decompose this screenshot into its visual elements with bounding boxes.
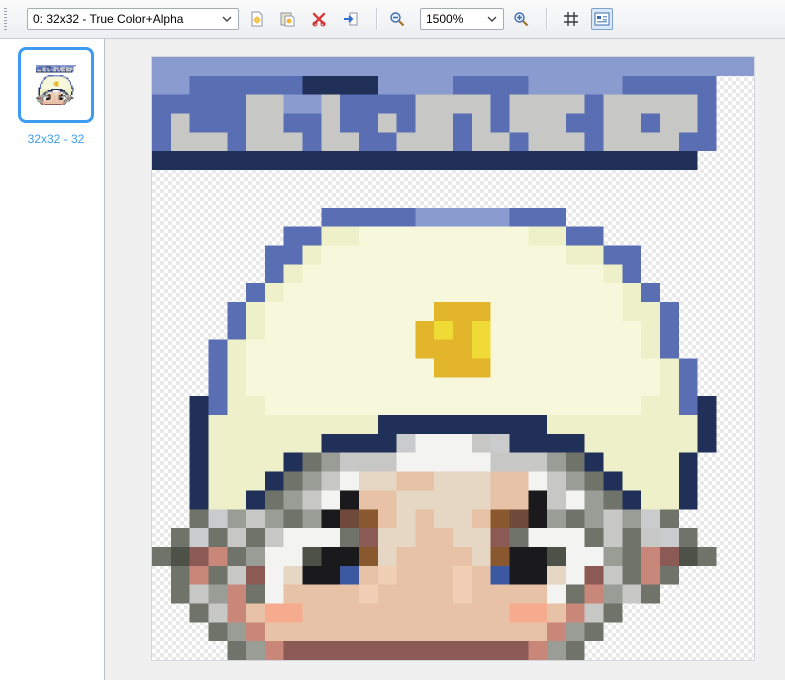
chevron-down-icon: [487, 16, 497, 22]
zoom-value: 1500%: [426, 12, 464, 26]
grid-toggle-button[interactable]: [560, 8, 582, 30]
view-icon: [594, 12, 610, 26]
zoom-out-icon: [390, 12, 405, 27]
delete-image-button[interactable]: [308, 8, 330, 30]
paste-icon: [280, 12, 295, 27]
paste-image-button[interactable]: [276, 8, 298, 30]
view-toggle-button[interactable]: [591, 8, 613, 30]
pixel-canvas-frame: [151, 56, 755, 661]
zoom-select[interactable]: 1500%: [420, 8, 504, 30]
editor-area: [105, 39, 785, 680]
toolbar-grip[interactable]: [4, 8, 7, 30]
delete-icon: [312, 12, 326, 27]
new-icon: [251, 11, 263, 27]
thumbnail-label: 32x32 - 32: [27, 132, 85, 146]
pixel-canvas[interactable]: [152, 57, 754, 660]
image-format-value: 0: 32x32 - True Color+Alpha: [33, 12, 184, 26]
zoom-in-icon: [514, 12, 529, 27]
import-image-button[interactable]: [340, 8, 362, 30]
zoom-out-button[interactable]: [386, 8, 408, 30]
image-thumbnail[interactable]: [18, 47, 94, 123]
zoom-in-button[interactable]: [510, 8, 532, 30]
grid-icon: [564, 12, 578, 26]
toolbar-separator: [376, 8, 378, 30]
toolbar-separator: [546, 8, 548, 30]
image-format-select[interactable]: 0: 32x32 - True Color+Alpha: [27, 8, 239, 30]
new-image-button[interactable]: [246, 8, 268, 30]
import-icon: [344, 12, 358, 26]
chevron-down-icon: [222, 16, 232, 22]
toolbar: 0: 32x32 - True Color+Alpha 1500%: [0, 0, 785, 39]
image-list-sidebar: 32x32 - 32: [0, 39, 105, 680]
thumbnail-preview: [36, 65, 76, 105]
